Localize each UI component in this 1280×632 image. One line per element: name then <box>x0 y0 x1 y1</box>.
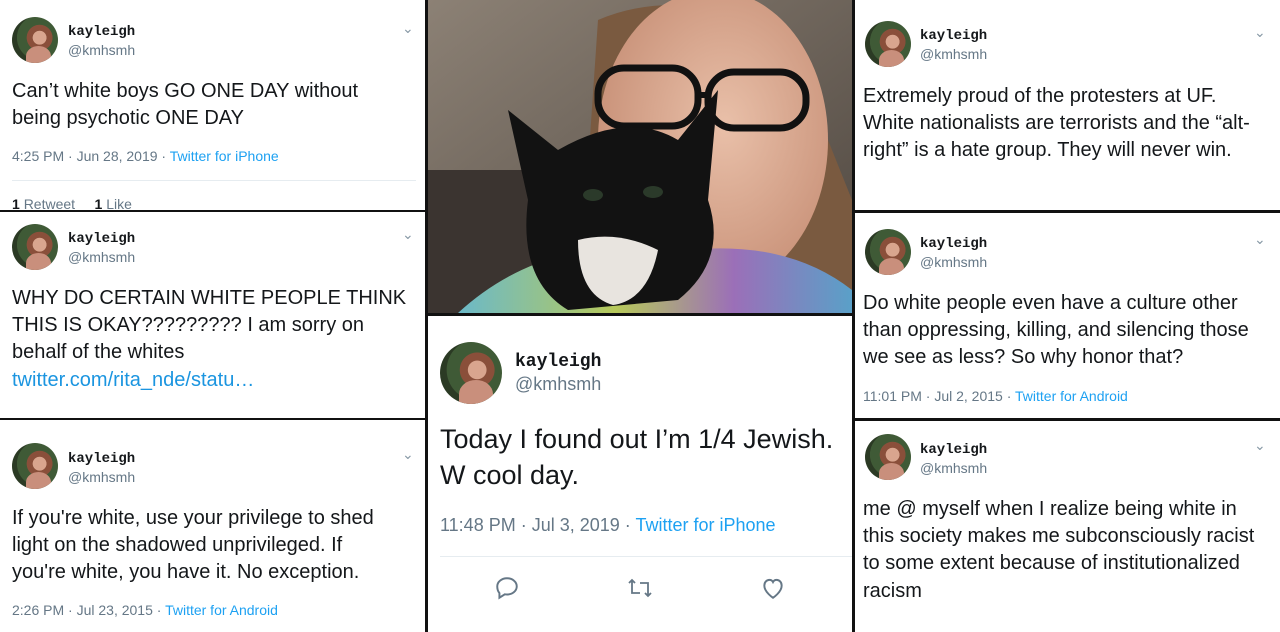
tweet-card-4: kayleigh @kmhsmh Today I found out I’m 1… <box>428 316 852 632</box>
user-handle[interactable]: @kmhsmh <box>68 249 135 265</box>
divider <box>440 556 852 557</box>
user-name[interactable]: kayleigh <box>68 231 135 247</box>
tweet-timestamp: 2:26 PM · Jul 23, 2015 · Twitter for And… <box>12 602 278 618</box>
tweet-text: If you're white, use your privilege to s… <box>12 507 374 584</box>
avatar[interactable] <box>865 229 911 275</box>
tweet-source[interactable]: Twitter for iPhone <box>635 515 775 535</box>
user-name[interactable]: kayleigh <box>68 24 135 40</box>
tweet-timestamp: 4:25 PM · Jun 28, 2019 · Twitter for iPh… <box>12 148 279 164</box>
tweet-time: 4:25 PM · Jun 28, 2019 · <box>12 148 170 164</box>
user-name[interactable]: kayleigh <box>920 28 987 44</box>
retweet-label[interactable]: Retweet <box>24 196 75 210</box>
avatar[interactable] <box>865 434 911 480</box>
user-name[interactable]: kayleigh <box>920 236 987 252</box>
like-icon[interactable] <box>760 575 786 601</box>
user-handle[interactable]: @kmhsmh <box>920 460 987 476</box>
avatar[interactable] <box>12 443 58 489</box>
user-handle[interactable]: @kmhsmh <box>68 42 135 58</box>
avatar[interactable] <box>12 17 58 63</box>
user-handle[interactable]: @kmhsmh <box>920 254 987 270</box>
selfie-photo[interactable] <box>428 0 852 313</box>
retweet-icon[interactable] <box>626 575 654 601</box>
chevron-down-icon[interactable]: ⌄ <box>1254 24 1266 41</box>
chevron-down-icon[interactable]: ⌄ <box>402 446 414 463</box>
chevron-down-icon[interactable]: ⌄ <box>402 20 414 37</box>
user-handle[interactable]: @kmhsmh <box>920 46 987 62</box>
user-name[interactable]: kayleigh <box>515 352 601 372</box>
tweet-source[interactable]: Twitter for Android <box>1015 388 1128 404</box>
tweet-card-2: kayleigh @kmhsmh ⌄ WHY DO CERTAIN WHITE … <box>0 212 425 418</box>
tweet-text-content: WHY DO CERTAIN WHITE PEOPLE THINK THIS I… <box>12 287 407 364</box>
user-handle[interactable]: @kmhsmh <box>515 374 601 395</box>
tweet-text: me @ myself when I realize being white i… <box>863 498 1255 602</box>
user-handle[interactable]: @kmhsmh <box>68 469 135 485</box>
tweet-stats: 1 Retweet 1 Like <box>12 196 132 210</box>
tweet-timestamp: 11:01 PM · Jul 2, 2015 · Twitter for And… <box>863 388 1128 404</box>
tweet-time: 2:26 PM · Jul 23, 2015 · <box>12 602 166 618</box>
tweet-text: Can’t white boys GO ONE DAY without bein… <box>12 80 359 130</box>
tweet-card-5: kayleigh @kmhsmh ⌄ Extremely proud of th… <box>855 0 1280 210</box>
tweet-source[interactable]: Twitter for iPhone <box>170 148 279 164</box>
chevron-down-icon[interactable]: ⌄ <box>402 226 414 243</box>
chevron-down-icon[interactable]: ⌄ <box>1254 437 1266 454</box>
tweet-time: 11:48 PM · Jul 3, 2019 · <box>440 515 636 535</box>
reply-icon[interactable] <box>494 575 520 601</box>
chevron-down-icon[interactable]: ⌄ <box>1254 231 1266 248</box>
photo-image <box>428 0 852 313</box>
tweet-card-1: kayleigh @kmhsmh ⌄ Can’t white boys GO O… <box>0 0 425 210</box>
tweet-text: WHY DO CERTAIN WHITE PEOPLE THINK THIS I… <box>12 285 417 394</box>
user-name[interactable]: kayleigh <box>920 442 987 458</box>
tweet-text: Extremely proud of the protesters at UF.… <box>863 85 1250 162</box>
tweet-source[interactable]: Twitter for Android <box>165 602 278 618</box>
divider <box>12 180 416 181</box>
tweet-timestamp: 11:48 PM · Jul 3, 2019 · Twitter for iPh… <box>440 515 776 536</box>
like-label[interactable]: Like <box>106 196 132 210</box>
avatar[interactable] <box>865 21 911 67</box>
tweet-card-3: kayleigh @kmhsmh ⌄ If you're white, use … <box>0 420 425 632</box>
tweet-link[interactable]: twitter.com/rita_nde/statu… <box>12 369 254 391</box>
retweet-count[interactable]: 1 <box>12 196 20 210</box>
avatar[interactable] <box>12 224 58 270</box>
user-name[interactable]: kayleigh <box>68 451 135 467</box>
tweet-text: Today I found out I’m 1/4 Jewish. W cool… <box>440 424 834 490</box>
avatar[interactable] <box>440 342 502 404</box>
tweet-card-6: kayleigh @kmhsmh ⌄ Do white people even … <box>855 213 1280 418</box>
like-count[interactable]: 1 <box>95 196 103 210</box>
tweet-card-7: kayleigh @kmhsmh ⌄ me @ myself when I re… <box>855 421 1280 632</box>
tweet-text: Do white people even have a culture othe… <box>863 292 1249 369</box>
tweet-time: 11:01 PM · Jul 2, 2015 · <box>863 388 1016 404</box>
